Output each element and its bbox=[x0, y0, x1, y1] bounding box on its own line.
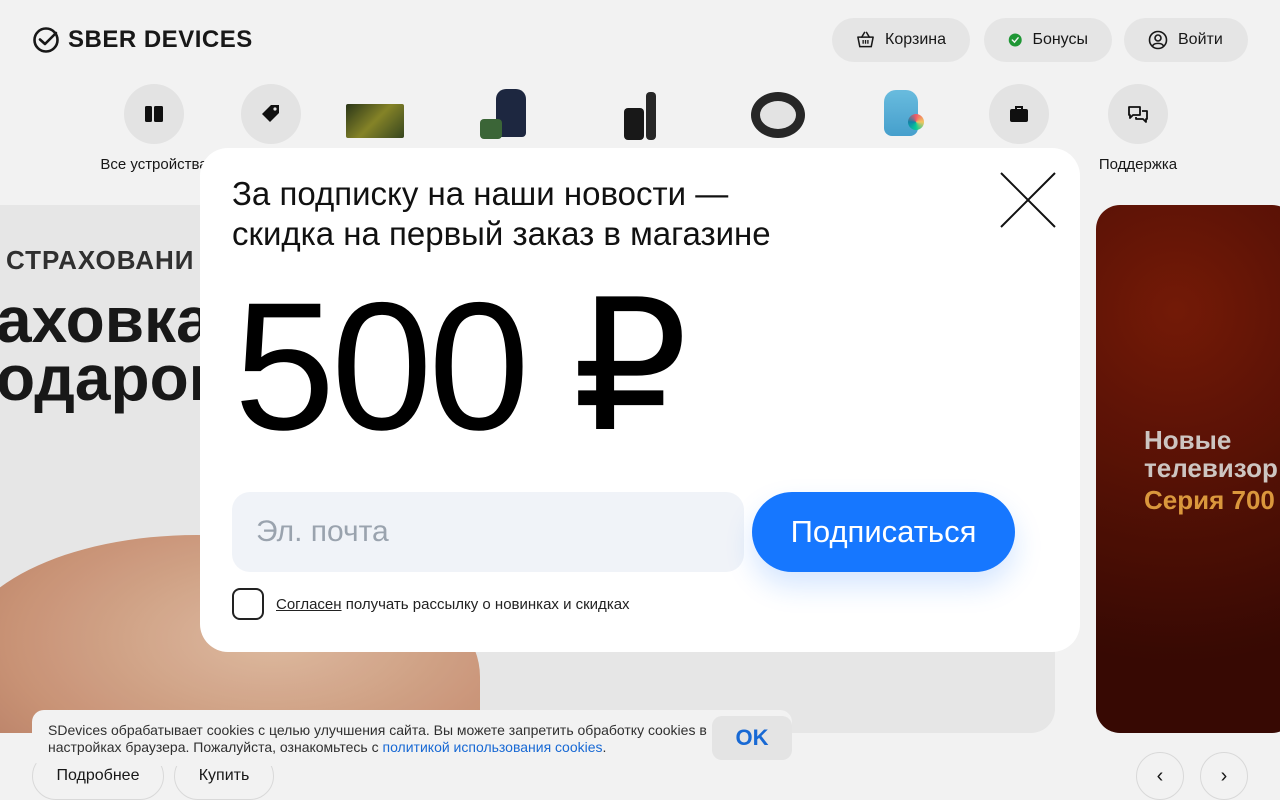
subscribe-button[interactable]: Подписаться bbox=[752, 492, 1015, 572]
discount-amount: 500 ₽ bbox=[234, 264, 688, 468]
modal-title-line: скидка на первый заказ в магазине bbox=[232, 215, 771, 252]
consent-link[interactable]: Согласен bbox=[276, 596, 342, 613]
consent-checkbox[interactable] bbox=[232, 588, 264, 620]
consent-row: Согласен получать рассылку о новинках и … bbox=[232, 588, 630, 620]
consent-label: получать рассылку о новинках и скидках bbox=[345, 595, 630, 613]
close-icon bbox=[1000, 172, 1056, 228]
modal-title: За подписку на наши новости — скидка на … bbox=[232, 174, 952, 254]
modal-title-line: За подписку на наши новости — bbox=[232, 175, 729, 212]
subscribe-modal: За подписку на наши новости — скидка на … bbox=[200, 148, 1080, 652]
close-button[interactable] bbox=[998, 170, 1058, 230]
consent-text: Согласен получать рассылку о новинках и … bbox=[276, 596, 630, 613]
email-field[interactable] bbox=[232, 492, 744, 572]
